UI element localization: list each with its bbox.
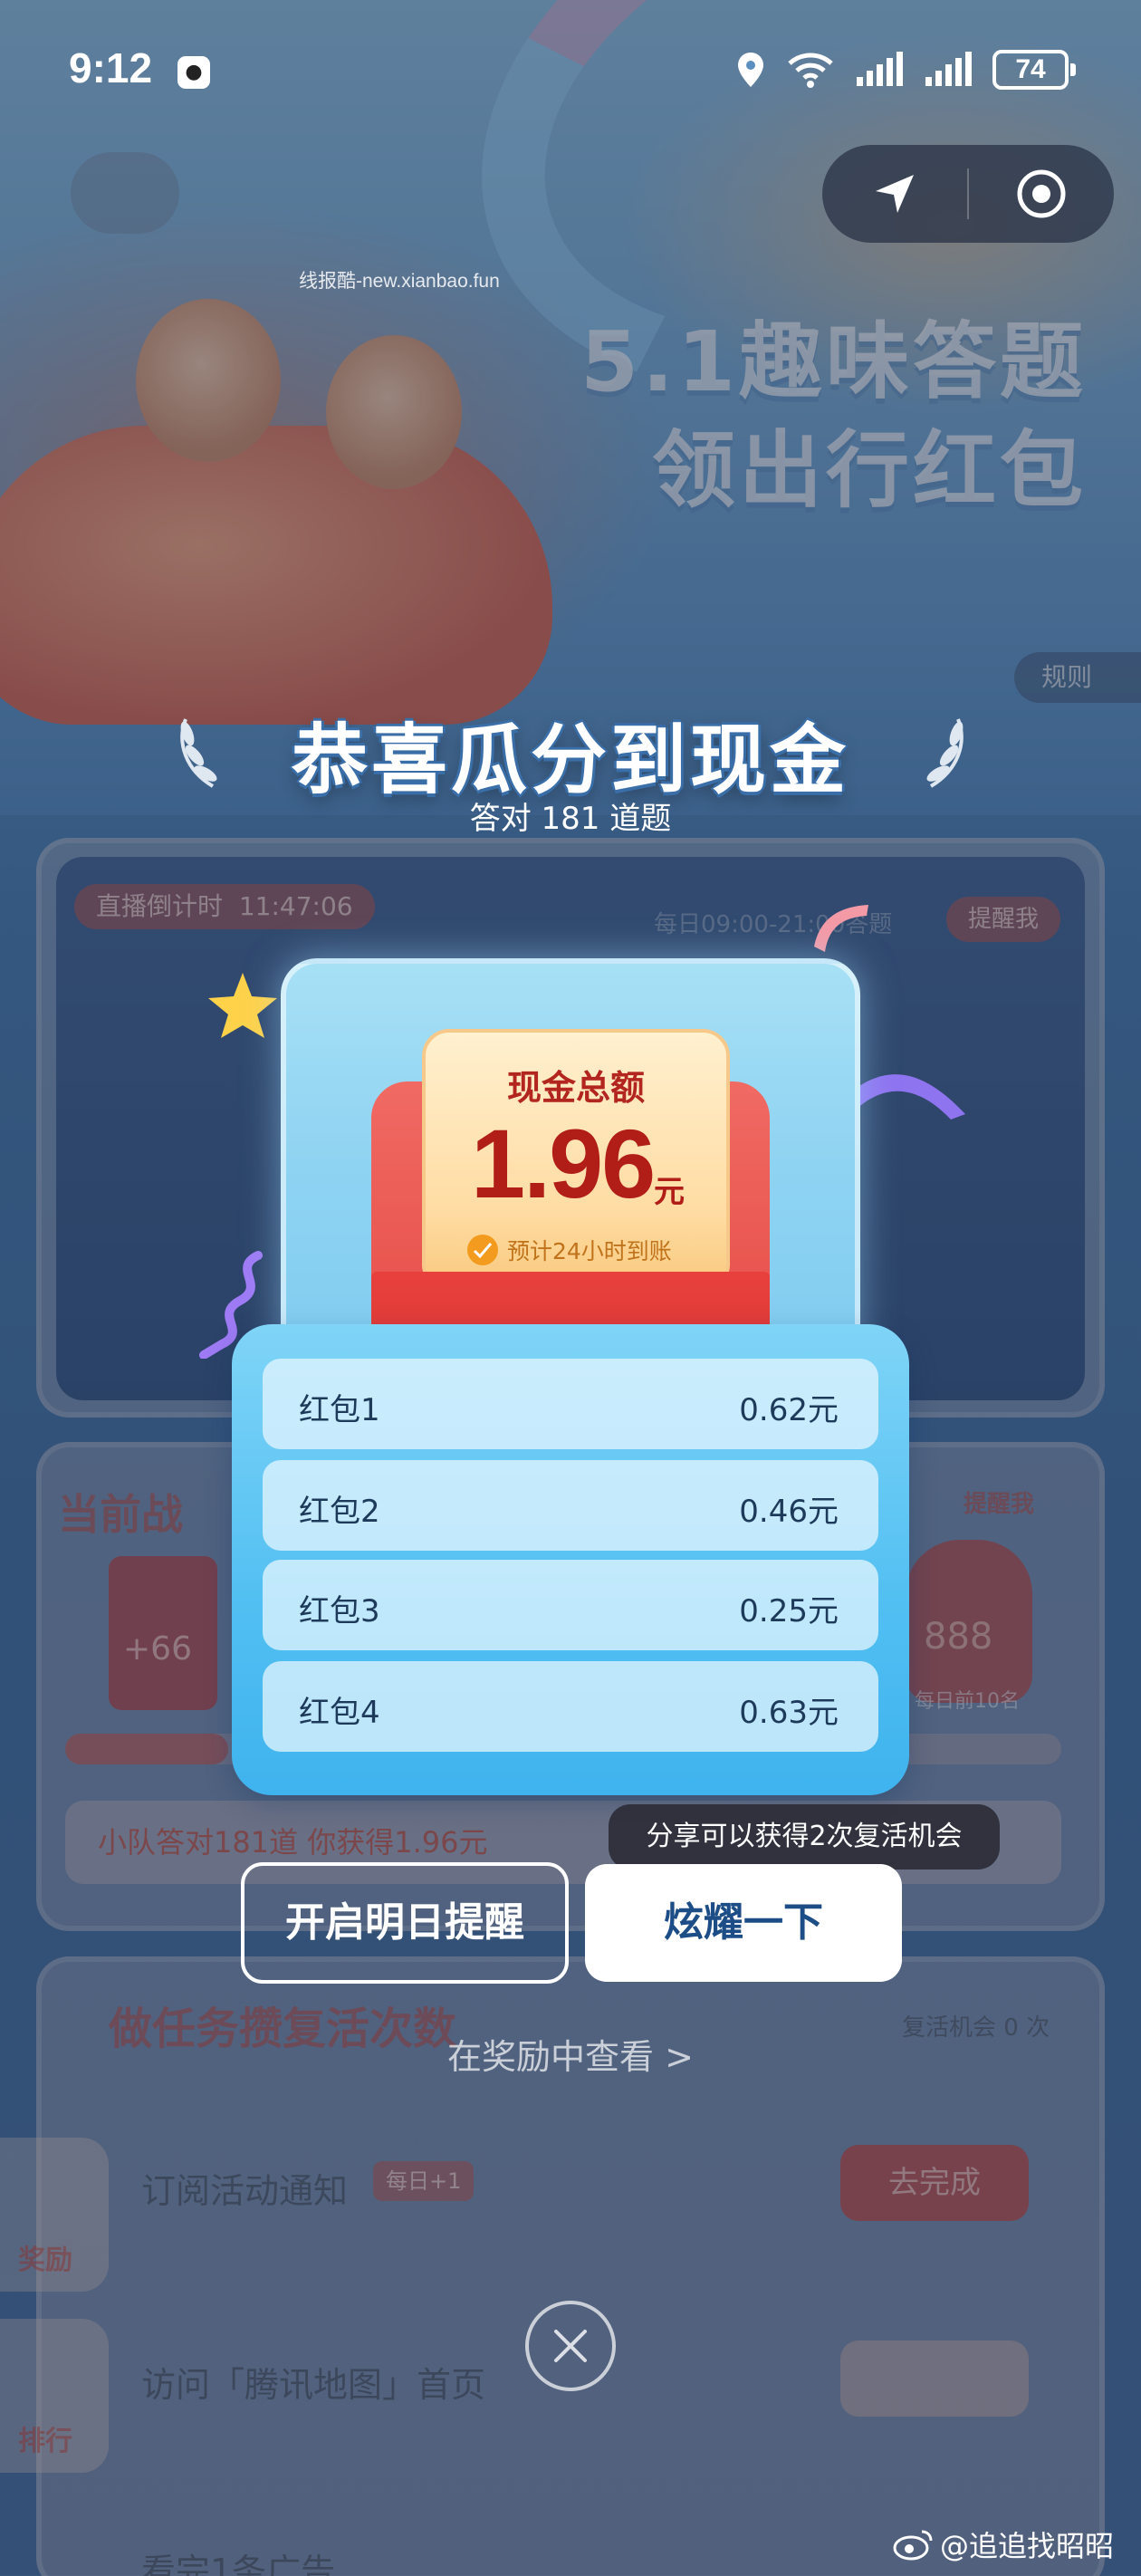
packet-label: 红包4 — [299, 1695, 380, 1731]
star-decoration-icon — [208, 973, 277, 1038]
share-tooltip: 分享可以获得2次复活机会 — [609, 1804, 1000, 1870]
back-button[interactable] — [71, 152, 179, 234]
packet-label: 红包1 — [299, 1392, 380, 1428]
cash-total-amount: 1.96 — [471, 1109, 656, 1218]
list-item: 红包4 0.63元 — [263, 1661, 878, 1752]
view-in-rewards-link[interactable]: 在奖励中查看 > — [0, 2029, 1141, 2079]
packet-label: 红包3 — [299, 1593, 380, 1629]
packet-value: 0.25元 — [739, 1593, 839, 1629]
list-item: 红包1 0.62元 — [263, 1359, 878, 1449]
congrats-subtitle: 答对 181 道题 — [469, 801, 672, 837]
cash-total-unit: 元 — [654, 1174, 685, 1210]
signal-icon-2 — [924, 52, 973, 88]
watermark-top: 线报酷-new.xianbao.fun — [299, 271, 500, 292]
weibo-watermark: @追追找昭昭 — [893, 2523, 1114, 2565]
status-time: 9:12 — [69, 44, 153, 91]
notification-icon: ● — [177, 56, 210, 89]
map-controls — [822, 145, 1114, 243]
watermark-bottom-text: @追追找昭昭 — [939, 2529, 1114, 2563]
weibo-logo-icon — [893, 2530, 933, 2561]
cash-amount-ticket: 现金总额 1.96 元 预计24小时到账 — [422, 1029, 730, 1292]
red-packet-list: 红包1 0.62元 红包2 0.46元 红包3 0.25元 红包4 0.63元 — [232, 1324, 909, 1795]
location-pin-icon — [735, 51, 766, 89]
status-bar: 9:12 ● 74 — [0, 0, 1141, 136]
packet-value: 0.46元 — [739, 1494, 839, 1530]
packet-value: 0.63元 — [739, 1695, 839, 1731]
wifi-icon — [786, 51, 835, 89]
navigate-arrow-icon[interactable] — [822, 145, 967, 243]
list-item: 红包2 0.46元 — [263, 1460, 878, 1551]
wechat-pay-icon — [467, 1235, 498, 1265]
ribbon-purple-decoration-icon — [846, 1074, 965, 1120]
cash-total-label: 现金总额 — [506, 1068, 645, 1108]
status-icons: 74 — [735, 47, 1076, 92]
share-show-off-button[interactable]: 炫耀一下 — [585, 1864, 902, 1982]
arrival-estimate: 预计24小时到账 — [467, 1234, 672, 1266]
target-icon[interactable] — [969, 145, 1114, 243]
congrats-title: 恭喜瓜分到现金 — [291, 716, 849, 804]
packet-label: 红包2 — [299, 1494, 380, 1530]
signal-icon — [855, 52, 904, 88]
list-item: 红包3 0.25元 — [263, 1560, 878, 1650]
enable-reminder-button[interactable]: 开启明日提醒 — [241, 1862, 569, 1984]
arrival-estimate-text: 预计24小时到账 — [507, 1238, 672, 1264]
close-icon[interactable] — [525, 2301, 616, 2391]
battery-indicator: 74 — [992, 50, 1076, 90]
ribbon-pink-decoration-icon — [814, 905, 868, 952]
packet-value: 0.62元 — [739, 1392, 839, 1428]
